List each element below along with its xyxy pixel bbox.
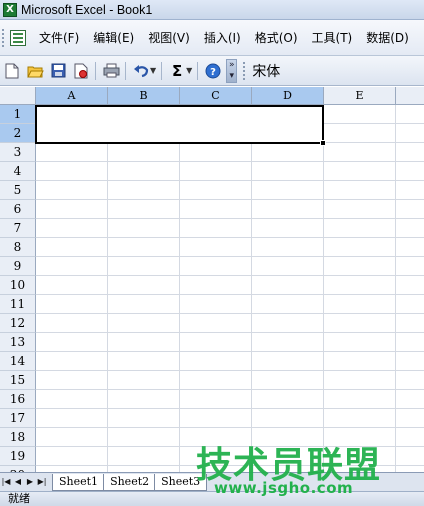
row-header-3[interactable]: 3	[0, 143, 36, 162]
menubar-grip[interactable]	[2, 28, 6, 47]
column-header-a[interactable]: A	[36, 87, 108, 105]
row-header-17[interactable]: 17	[0, 409, 36, 428]
row-header-11[interactable]: 11	[0, 295, 36, 314]
permission-icon[interactable]	[70, 60, 92, 82]
menu-insert[interactable]: 插入(I)	[197, 29, 248, 46]
menu-data[interactable]: 数据(D)	[359, 29, 416, 46]
formatting-toolbar-grip[interactable]	[243, 61, 246, 80]
title-bar: X Microsoft Excel - Book1	[0, 0, 424, 20]
row-header-8[interactable]: 8	[0, 238, 36, 257]
prev-sheet-icon[interactable]: ◀	[12, 475, 24, 489]
row-header-14[interactable]: 14	[0, 352, 36, 371]
column-header-e[interactable]: E	[324, 87, 396, 105]
menu-view[interactable]: 视图(V)	[141, 29, 197, 46]
worksheet-grid: ABCDE 1234567891011121314151617181920	[0, 87, 424, 472]
row-header-18[interactable]: 18	[0, 428, 36, 447]
fill-handle[interactable]	[320, 140, 326, 146]
row-header-7[interactable]: 7	[0, 219, 36, 238]
menu-edit[interactable]: 编辑(E)	[86, 29, 141, 46]
row-header-1[interactable]: 1	[0, 105, 36, 124]
toolbar-options-chevron-icon[interactable]: » ▾	[226, 58, 238, 83]
column-header-b[interactable]: B	[108, 87, 180, 105]
toolbar-separator	[95, 61, 96, 80]
cell-area[interactable]	[36, 105, 424, 472]
row-header-5[interactable]: 5	[0, 181, 36, 200]
excel-icon: X	[3, 2, 17, 17]
font-name-box[interactable]: 宋体	[252, 61, 280, 81]
toolbar-separator	[125, 61, 126, 80]
row-header-19[interactable]: 19	[0, 447, 36, 466]
undo-dropdown-icon[interactable]: ▼	[150, 66, 156, 75]
toolbar-separator	[161, 61, 163, 80]
menu-file[interactable]: 文件(F)	[32, 29, 86, 46]
undo-icon[interactable]	[130, 60, 152, 82]
autosum-symbol: Σ	[172, 61, 183, 80]
autosum-dropdown-icon[interactable]: ▼	[186, 66, 192, 75]
svg-text:?: ?	[210, 67, 216, 78]
row-header-16[interactable]: 16	[0, 390, 36, 409]
next-sheet-icon[interactable]: ▶	[24, 475, 36, 489]
toolbar-separator	[197, 61, 199, 80]
print-icon[interactable]	[100, 60, 122, 82]
new-document-icon[interactable]	[1, 60, 23, 82]
menu-format[interactable]: 格式(O)	[248, 29, 305, 46]
watermark: 技术员联盟 www.jsgho.com	[196, 436, 424, 497]
workbook-icon[interactable]	[10, 29, 26, 46]
column-header-c[interactable]: C	[180, 87, 252, 105]
help-icon[interactable]: ?	[202, 60, 224, 82]
column-header-partial[interactable]	[396, 87, 424, 105]
row-header-13[interactable]: 13	[0, 333, 36, 352]
row-header-9[interactable]: 9	[0, 257, 36, 276]
menu-bar: 文件(F) 编辑(E) 视图(V) 插入(I) 格式(O) 工具(T) 数据(D…	[0, 20, 424, 56]
row-header-12[interactable]: 12	[0, 314, 36, 333]
row-header-10[interactable]: 10	[0, 276, 36, 295]
autosum-icon[interactable]: Σ	[166, 60, 188, 82]
row-header-6[interactable]: 6	[0, 200, 36, 219]
standard-toolbar: ▼ Σ ▼ ? » ▾ 宋体	[0, 56, 424, 86]
selected-range[interactable]	[35, 105, 324, 144]
sheet-tab-2[interactable]: Sheet2	[103, 473, 157, 491]
window-title: Microsoft Excel - Book1	[21, 2, 153, 17]
last-sheet-icon[interactable]: ▶|	[36, 475, 48, 489]
sheet-tab-1[interactable]: Sheet1	[52, 473, 106, 491]
watermark-url: www.jsgho.com	[214, 479, 354, 497]
column-header-d[interactable]: D	[252, 87, 324, 105]
status-text: 就绪	[8, 492, 30, 505]
first-sheet-icon[interactable]: |◀	[0, 475, 12, 489]
select-all-corner[interactable]	[0, 87, 36, 105]
row-header-15[interactable]: 15	[0, 371, 36, 390]
row-header-4[interactable]: 4	[0, 162, 36, 181]
save-icon[interactable]	[47, 60, 69, 82]
row-header-2[interactable]: 2	[0, 124, 36, 143]
open-folder-icon[interactable]	[24, 60, 46, 82]
menu-tools[interactable]: 工具(T)	[305, 29, 360, 46]
